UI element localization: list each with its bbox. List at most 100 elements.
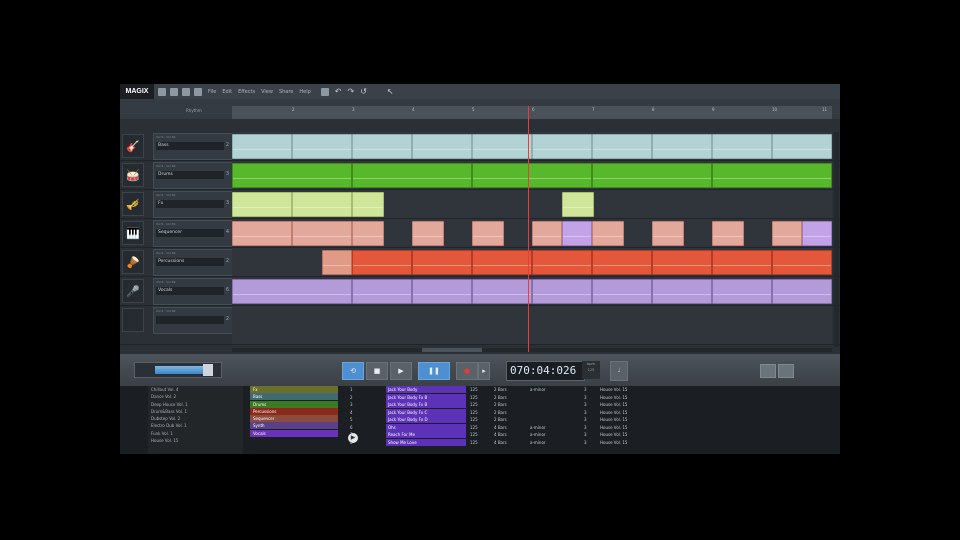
drum-kit-icon[interactable]: 🥁 bbox=[122, 163, 144, 187]
track-header[interactable]: Vol 6 · Vol 69 Sequencer 4 bbox=[153, 220, 233, 247]
loop-clip[interactable] bbox=[232, 221, 292, 246]
metronome-button[interactable]: ♩ bbox=[610, 361, 628, 381]
loop-clip[interactable] bbox=[712, 221, 744, 246]
loop-clip[interactable] bbox=[592, 250, 652, 275]
track-name[interactable] bbox=[156, 316, 224, 324]
loop-clip[interactable] bbox=[532, 279, 592, 304]
loop-clip[interactable] bbox=[562, 221, 592, 246]
loop-clip[interactable] bbox=[712, 163, 832, 188]
loop-clip[interactable] bbox=[472, 221, 504, 246]
track-lane[interactable] bbox=[232, 248, 832, 276]
loop-row[interactable]: 1 Jack Your Body 125 2 Bars a-minor 3 Ho… bbox=[350, 386, 840, 393]
track-lane[interactable] bbox=[232, 277, 832, 305]
loop-clip[interactable] bbox=[232, 192, 292, 217]
loop-clip[interactable] bbox=[772, 221, 802, 246]
loop-clip[interactable] bbox=[292, 192, 352, 217]
loop-clip[interactable] bbox=[532, 221, 562, 246]
loop-clip[interactable] bbox=[352, 250, 412, 275]
loop-clip[interactable] bbox=[652, 250, 712, 275]
loop-clip[interactable] bbox=[472, 134, 532, 159]
instrument-item[interactable]: Bass bbox=[250, 393, 338, 401]
bar-ruler[interactable]: 2 3 4 5 6 7 8 9 10 11 bbox=[232, 106, 832, 119]
horizontal-scrollbar[interactable] bbox=[232, 348, 832, 352]
empty-track-icon[interactable] bbox=[122, 308, 144, 332]
loop-clip[interactable] bbox=[592, 221, 624, 246]
instrument-item[interactable]: Vocals bbox=[250, 429, 338, 437]
menu-edit[interactable]: Edit bbox=[222, 89, 232, 95]
loop-clip[interactable] bbox=[232, 163, 352, 188]
track-name[interactable]: Sequencer bbox=[156, 229, 224, 237]
category-item[interactable]: House Vol. 15 bbox=[148, 437, 243, 444]
category-item[interactable]: Dance Vol. 2 bbox=[148, 393, 243, 400]
loop-row[interactable]: 7 Reach For Me 125 4 Bars a-minor 3 Hous… bbox=[350, 431, 840, 438]
volume-slider[interactable] bbox=[134, 362, 222, 378]
loop-clip[interactable] bbox=[472, 279, 532, 304]
vertical-scrollbar[interactable] bbox=[834, 132, 839, 347]
undo-icon[interactable]: ↶ bbox=[335, 87, 342, 96]
undo-arrow-icon[interactable]: ↺ bbox=[360, 87, 367, 96]
track-name[interactable]: Fx bbox=[156, 200, 224, 208]
loop-clip[interactable] bbox=[652, 279, 712, 304]
track-lane[interactable] bbox=[232, 190, 832, 218]
instrument-item[interactable]: Fx bbox=[250, 386, 338, 393]
track-name[interactable]: Bass bbox=[156, 142, 224, 150]
loop-row[interactable]: 2 Jack Your Body Fx B 125 2 Bars 3 House… bbox=[350, 393, 840, 401]
instrument-item[interactable]: Synth bbox=[250, 422, 338, 430]
loop-clip[interactable] bbox=[592, 279, 652, 304]
scroll-thumb[interactable] bbox=[422, 348, 482, 352]
trumpet-icon[interactable]: 🎺 bbox=[122, 192, 144, 216]
loop-clip[interactable] bbox=[652, 134, 712, 159]
loop-row[interactable]: 6 Ohs 125 4 Bars a-minor 3 House Vol. 15 bbox=[350, 423, 840, 431]
loop-clip[interactable] bbox=[292, 134, 352, 159]
play-button[interactable]: ▶ bbox=[390, 362, 412, 380]
record-button[interactable]: ● bbox=[456, 362, 478, 380]
loop-clip[interactable] bbox=[472, 163, 592, 188]
loop-row[interactable]: 8 Show Me Love 125 4 Bars a-minor 3 Hous… bbox=[350, 438, 840, 446]
loop-row[interactable]: 4 Jack Your Body Fx C 125 2 Bars 3 House… bbox=[350, 408, 840, 416]
loop-clip[interactable] bbox=[472, 250, 532, 275]
loop-clip[interactable] bbox=[712, 279, 772, 304]
category-item[interactable]: Dubstep Vol. 2 bbox=[148, 415, 243, 422]
loop-clip[interactable] bbox=[592, 163, 712, 188]
playhead-marker[interactable] bbox=[528, 106, 529, 352]
loop-row[interactable]: 5 Jack Your Body Fx D 125 2 Bars 3 House… bbox=[350, 416, 840, 423]
track-name[interactable]: Percussions bbox=[156, 258, 224, 266]
loop-clip[interactable] bbox=[532, 250, 592, 275]
volume-knob[interactable] bbox=[203, 364, 213, 376]
menu-effects[interactable]: Effects bbox=[238, 89, 255, 95]
loop-clip[interactable] bbox=[652, 221, 684, 246]
loop-clip[interactable] bbox=[232, 279, 352, 304]
track-lane[interactable] bbox=[232, 219, 832, 247]
stop-button[interactable]: ■ bbox=[366, 362, 388, 380]
loop-clip[interactable] bbox=[352, 279, 412, 304]
loop-clip[interactable] bbox=[412, 221, 444, 246]
loop-row[interactable]: 3 Jack Your Body Fx B 125 2 Bars 3 House… bbox=[350, 401, 840, 408]
loop-clip[interactable] bbox=[802, 221, 832, 246]
loop-clip[interactable] bbox=[352, 163, 472, 188]
bongos-icon[interactable]: 🪘 bbox=[122, 250, 144, 274]
category-item[interactable]: Electro Dub Vol. 1 bbox=[148, 422, 243, 429]
loop-button[interactable]: ⟲ bbox=[342, 362, 364, 380]
chat-icon[interactable] bbox=[320, 87, 329, 96]
track-header[interactable]: Vol 6 · Vol 69 Bass 2 bbox=[153, 133, 233, 160]
open-folder-icon[interactable] bbox=[170, 87, 178, 96]
zoom-out-button[interactable] bbox=[760, 364, 776, 378]
track-name[interactable]: Drums bbox=[156, 171, 224, 179]
menu-help[interactable]: Help bbox=[299, 89, 310, 95]
loop-clip[interactable] bbox=[772, 279, 832, 304]
loop-clip[interactable] bbox=[352, 192, 384, 217]
loop-clip[interactable] bbox=[412, 279, 472, 304]
save-icon[interactable] bbox=[182, 87, 190, 96]
track-header[interactable]: Vol 6 · Vol 69 2 bbox=[153, 307, 233, 334]
loop-clip[interactable] bbox=[352, 134, 412, 159]
loop-clip[interactable] bbox=[352, 221, 384, 246]
track-name[interactable]: Vocals bbox=[156, 287, 224, 295]
bass-guitar-icon[interactable]: 🎸 bbox=[122, 134, 144, 158]
loop-clip[interactable] bbox=[772, 250, 832, 275]
category-item[interactable]: Chillout Vol. 4 bbox=[148, 386, 243, 393]
loop-clip[interactable] bbox=[712, 250, 772, 275]
track-header[interactable]: Vol 6 · Vol 69 Drums 3 bbox=[153, 162, 233, 189]
instrument-item[interactable]: Percussions bbox=[250, 407, 338, 415]
keyboard-icon[interactable]: 🎹 bbox=[122, 221, 144, 245]
loop-clip[interactable] bbox=[562, 192, 594, 217]
